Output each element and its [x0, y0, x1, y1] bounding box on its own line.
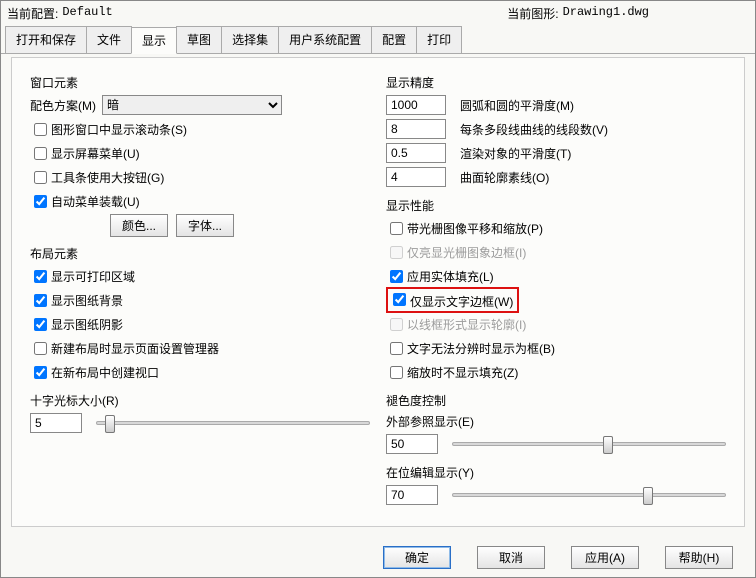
poly-seg-label: 每条多段线曲线的线段数(V) — [460, 121, 608, 138]
paper-shadow-label: 显示图纸阴影 — [51, 316, 123, 333]
current-drawing-value: Drawing1.dwg — [563, 5, 649, 22]
color-scheme-label: 配色方案(M) — [30, 97, 96, 114]
auto-menu-checkbox[interactable] — [34, 195, 47, 208]
paper-bg-checkbox[interactable] — [34, 294, 47, 307]
header-info: 当前配置: Default 当前图形: Drawing1.dwg — [1, 1, 755, 26]
tab-content-display: 窗口元素 配色方案(M) 暗 图形窗口中显示滚动条(S) 显示屏幕菜单(U) 工… — [11, 57, 745, 527]
printable-area-checkbox[interactable] — [34, 270, 47, 283]
arc-smooth-label: 圆弧和圆的平滑度(M) — [460, 97, 574, 114]
render-smooth-input[interactable] — [386, 143, 446, 163]
tab-bar: 打开和保存 文件 显示 草图 选择集 用户系统配置 配置 打印 — [1, 26, 755, 54]
xref-fade-label: 外部参照显示(E) — [386, 413, 726, 430]
raster-frame-checkbox — [390, 246, 403, 259]
text-frame-label: 仅显示文字边框(W) — [410, 295, 513, 309]
xref-fade-slider[interactable] — [452, 442, 726, 446]
group-window-elements: 窗口元素 配色方案(M) 暗 图形窗口中显示滚动条(S) 显示屏幕菜单(U) 工… — [30, 74, 370, 235]
no-zoom-fill-checkbox[interactable] — [390, 366, 403, 379]
fonts-button[interactable]: 字体... — [176, 214, 234, 237]
scrollbars-checkbox[interactable] — [34, 123, 47, 136]
options-dialog: 当前配置: Default 当前图形: Drawing1.dwg 打开和保存 文… — [0, 0, 756, 578]
scrollbars-label: 图形窗口中显示滚动条(S) — [51, 121, 187, 138]
solid-fill-checkbox[interactable] — [390, 270, 403, 283]
group-display-precision: 显示精度 圆弧和圆的平滑度(M) 每条多段线曲线的线段数(V) 渲染对象的平滑度… — [386, 74, 726, 187]
page-setup-label: 新建布局时显示页面设置管理器 — [51, 340, 219, 357]
group-title: 窗口元素 — [30, 74, 370, 91]
surface-contour-label: 曲面轮廓素线(O) — [460, 169, 549, 186]
no-zoom-fill-label: 缩放时不显示填充(Z) — [407, 364, 518, 381]
solid-fill-label: 应用实体填充(L) — [407, 268, 494, 285]
tab-display[interactable]: 显示 — [131, 27, 177, 54]
dialog-footer: 确定 取消 应用(A) 帮助(H) — [383, 546, 741, 569]
crosshair-title: 十字光标大小(R) — [30, 392, 370, 409]
page-setup-checkbox[interactable] — [34, 342, 47, 355]
wireframe-label: 以线框形式显示轮廓(I) — [407, 316, 526, 333]
apply-button[interactable]: 应用(A) — [571, 546, 639, 569]
surface-contour-input[interactable] — [386, 167, 446, 187]
group-display-performance: 显示性能 带光栅图像平移和缩放(P) 仅亮显光栅图象边框(I) 应用实体填充(L… — [386, 197, 726, 382]
no-resolve-checkbox[interactable] — [390, 342, 403, 355]
raster-frame-label: 仅亮显光栅图象边框(I) — [407, 244, 526, 261]
help-button[interactable]: 帮助(H) — [665, 546, 733, 569]
printable-area-label: 显示可打印区域 — [51, 268, 135, 285]
group-fade-control: 褪色度控制 外部参照显示(E) 在位编辑显示(Y) — [386, 392, 726, 505]
cancel-button[interactable]: 取消 — [477, 546, 545, 569]
inplace-fade-slider[interactable] — [452, 493, 726, 497]
tab-profiles[interactable]: 配置 — [371, 26, 417, 53]
paper-bg-label: 显示图纸背景 — [51, 292, 123, 309]
colors-button[interactable]: 颜色... — [110, 214, 168, 237]
tab-selection[interactable]: 选择集 — [221, 26, 279, 53]
group-title: 显示精度 — [386, 74, 726, 91]
current-config-value: Default — [62, 5, 112, 22]
big-buttons-label: 工具条使用大按钮(G) — [51, 169, 164, 186]
raster-pan-label: 带光栅图像平移和缩放(P) — [407, 220, 543, 237]
tab-drafting[interactable]: 草图 — [176, 26, 222, 53]
render-smooth-label: 渲染对象的平滑度(T) — [460, 145, 571, 162]
tab-open-save[interactable]: 打开和保存 — [5, 26, 87, 53]
arc-smooth-input[interactable] — [386, 95, 446, 115]
group-crosshair: 十字光标大小(R) — [30, 392, 370, 433]
text-frame-highlight: 仅显示文字边框(W) — [386, 287, 519, 313]
text-frame-checkbox[interactable] — [393, 293, 406, 306]
no-resolve-label: 文字无法分辨时显示为框(B) — [407, 340, 555, 357]
inplace-fade-input[interactable] — [386, 485, 438, 505]
paper-shadow-checkbox[interactable] — [34, 318, 47, 331]
auto-menu-label: 自动菜单装载(U) — [51, 193, 140, 210]
raster-pan-checkbox[interactable] — [390, 222, 403, 235]
tab-plot[interactable]: 打印 — [416, 26, 462, 53]
crosshair-input[interactable] — [30, 413, 82, 433]
big-buttons-checkbox[interactable] — [34, 171, 47, 184]
screen-menu-checkbox[interactable] — [34, 147, 47, 160]
right-column: 显示精度 圆弧和圆的平滑度(M) 每条多段线曲线的线段数(V) 渲染对象的平滑度… — [378, 68, 734, 516]
create-viewport-label: 在新布局中创建视口 — [51, 364, 159, 381]
group-layout-elements: 布局元素 显示可打印区域 显示图纸背景 显示图纸阴影 新建布局时显示页面设置管理… — [30, 245, 370, 382]
tab-files[interactable]: 文件 — [86, 26, 132, 53]
current-drawing-label: 当前图形: — [507, 5, 558, 22]
inplace-fade-label: 在位编辑显示(Y) — [386, 464, 726, 481]
tab-user-prefs[interactable]: 用户系统配置 — [278, 26, 372, 53]
ok-button[interactable]: 确定 — [383, 546, 451, 569]
xref-fade-input[interactable] — [386, 434, 438, 454]
screen-menu-label: 显示屏幕菜单(U) — [51, 145, 140, 162]
wireframe-checkbox — [390, 318, 403, 331]
current-config-label: 当前配置: — [7, 5, 58, 22]
color-scheme-combo[interactable]: 暗 — [102, 95, 282, 115]
group-title: 褪色度控制 — [386, 392, 726, 409]
poly-seg-input[interactable] — [386, 119, 446, 139]
left-column: 窗口元素 配色方案(M) 暗 图形窗口中显示滚动条(S) 显示屏幕菜单(U) 工… — [22, 68, 378, 516]
create-viewport-checkbox[interactable] — [34, 366, 47, 379]
group-title: 显示性能 — [386, 197, 726, 214]
crosshair-slider[interactable] — [96, 421, 370, 425]
group-title: 布局元素 — [30, 245, 370, 262]
